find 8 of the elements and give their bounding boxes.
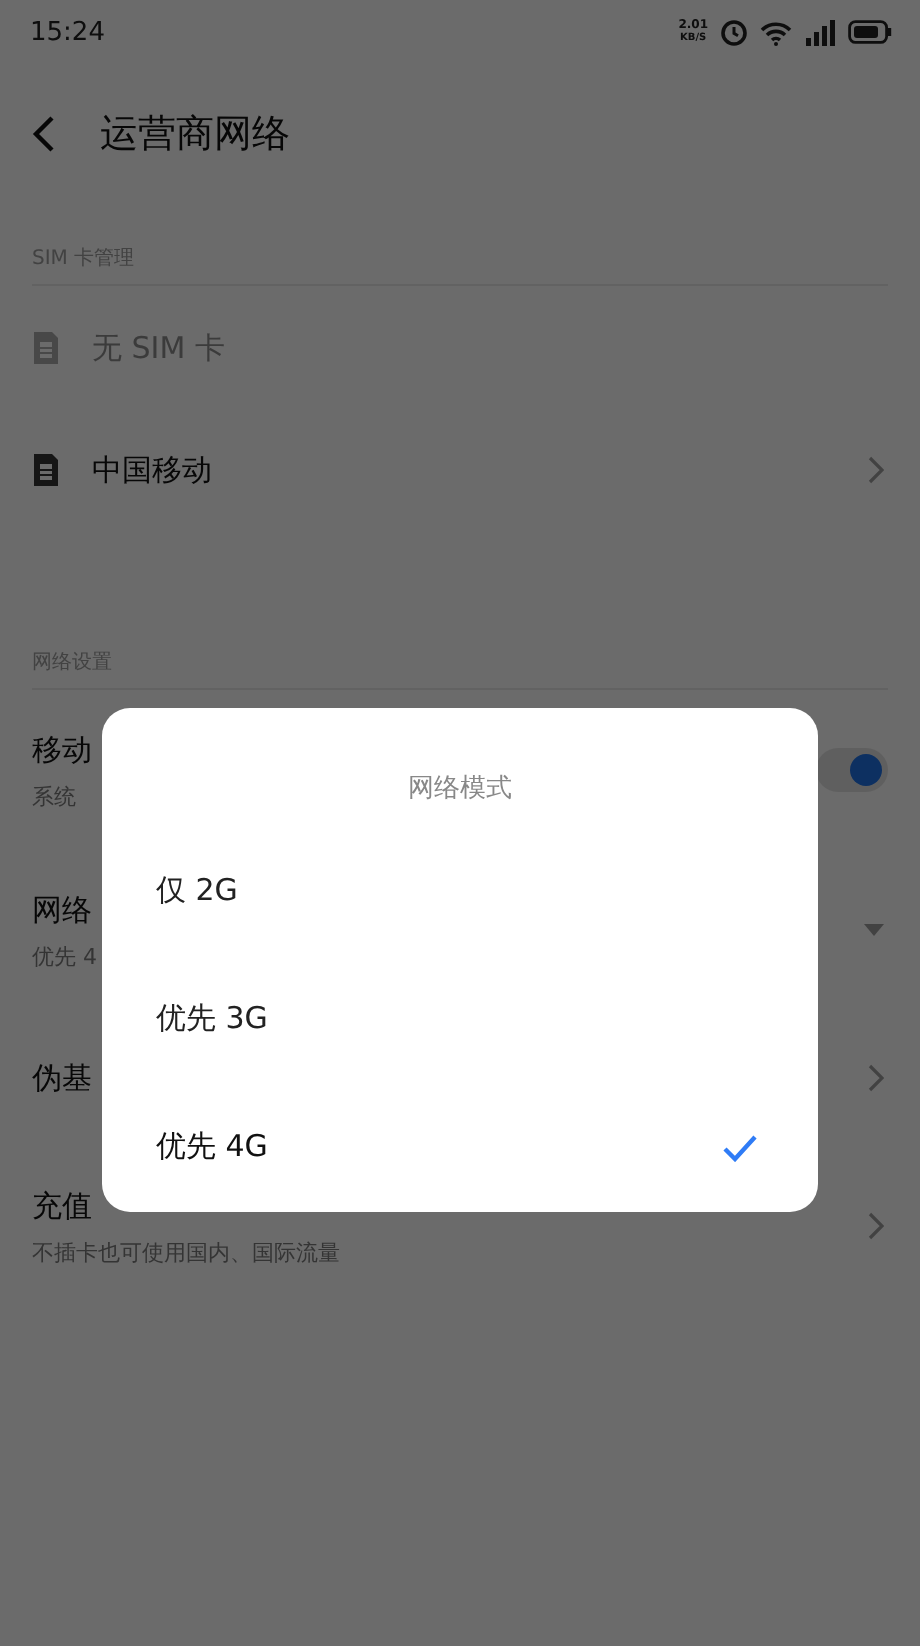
row-label: 网络 bbox=[32, 891, 92, 927]
row-label: 移动 bbox=[32, 731, 92, 767]
row-label: 充值 bbox=[32, 1187, 92, 1223]
row-label: 中国移动 bbox=[92, 451, 212, 487]
row-label: 伪基 bbox=[32, 1060, 92, 1096]
dialog-title: 网络模式 bbox=[408, 774, 512, 806]
page-title: 运营商网络 bbox=[100, 110, 290, 160]
status-time: 15:24 bbox=[30, 17, 105, 47]
